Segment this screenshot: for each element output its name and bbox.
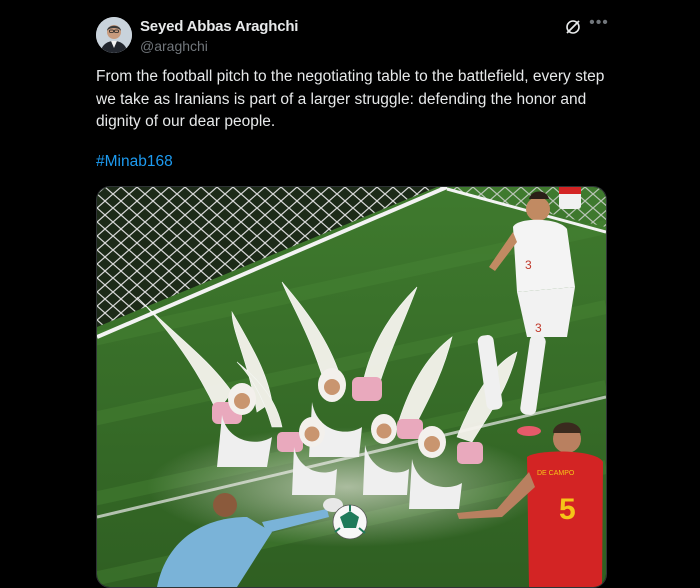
football-scene-image: 3 3 DE CAMPO 5 <box>97 187 606 587</box>
author-name[interactable]: Seyed Abbas Araghchi <box>140 18 298 35</box>
svg-text:5: 5 <box>559 493 576 526</box>
svg-text:3: 3 <box>525 258 532 272</box>
hashtag-link[interactable]: #Minab168 <box>96 153 173 171</box>
avatar-portrait <box>96 17 132 53</box>
corner-flag <box>559 187 581 209</box>
svg-text:DE CAMPO: DE CAMPO <box>537 470 575 477</box>
more-options-icon[interactable]: ••• <box>588 15 610 34</box>
tweet-image[interactable]: 3 3 DE CAMPO 5 <box>96 186 607 588</box>
author-avatar[interactable] <box>96 17 132 53</box>
tweet-text: From the football pitch to the negotiati… <box>96 68 605 130</box>
football <box>332 504 368 540</box>
author-handle[interactable]: @araghchi <box>140 38 208 54</box>
grok-icon[interactable] <box>564 18 582 36</box>
svg-text:3: 3 <box>535 321 542 335</box>
